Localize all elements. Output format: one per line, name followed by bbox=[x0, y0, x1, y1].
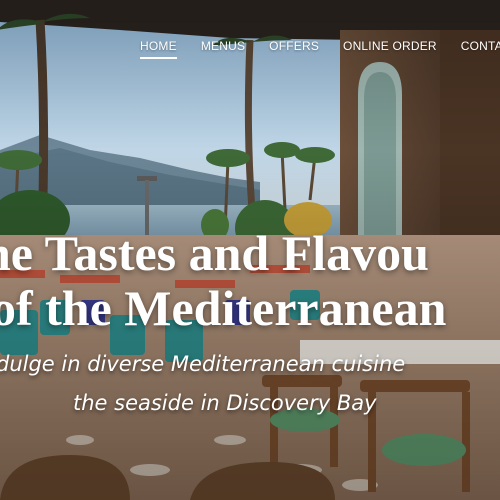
nav-contact-link[interactable]: CONTACT bbox=[461, 39, 500, 57]
nav-offers-link[interactable]: OFFERS bbox=[269, 39, 319, 57]
hero-headline-line2: of the Mediterranean bbox=[0, 280, 447, 336]
hero-tagline-line1: dulge in diverse Mediterranean cuisine bbox=[0, 352, 406, 376]
hero-tagline-line2: the seaside in Discovery Bay bbox=[73, 391, 377, 415]
main-nav: HOME MENUS OFFERS ONLINE ORDER CONTACT bbox=[140, 39, 500, 61]
nav-online-order-link[interactable]: ONLINE ORDER bbox=[343, 39, 437, 57]
nav-menus-link[interactable]: MENUS bbox=[201, 39, 245, 57]
nav-home-link[interactable]: HOME bbox=[140, 39, 177, 59]
hero-headline-line1: he Tastes and Flavou bbox=[0, 225, 429, 281]
hero-section: HOME MENUS OFFERS ONLINE ORDER CONTACT h… bbox=[0, 0, 500, 500]
